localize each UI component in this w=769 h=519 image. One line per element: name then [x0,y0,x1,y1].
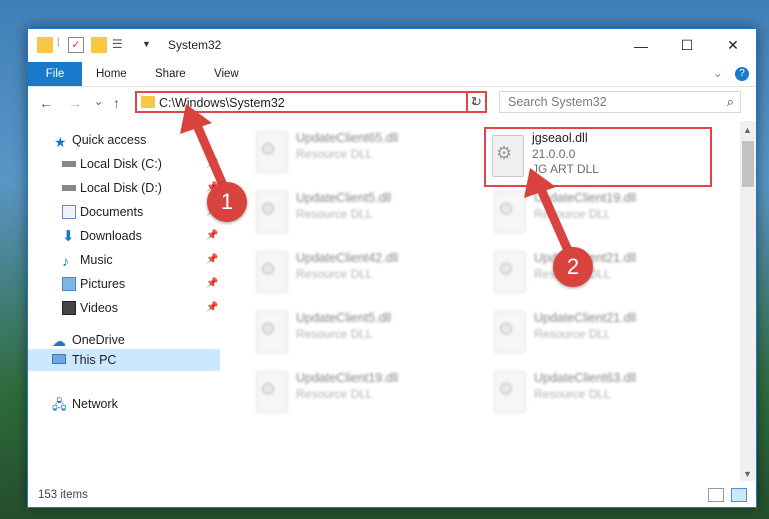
callout-arrows [180,104,575,257]
arrow-2-shaft [535,185,575,257]
callout-1: 1 [207,182,247,222]
callout-2: 2 [553,247,593,287]
